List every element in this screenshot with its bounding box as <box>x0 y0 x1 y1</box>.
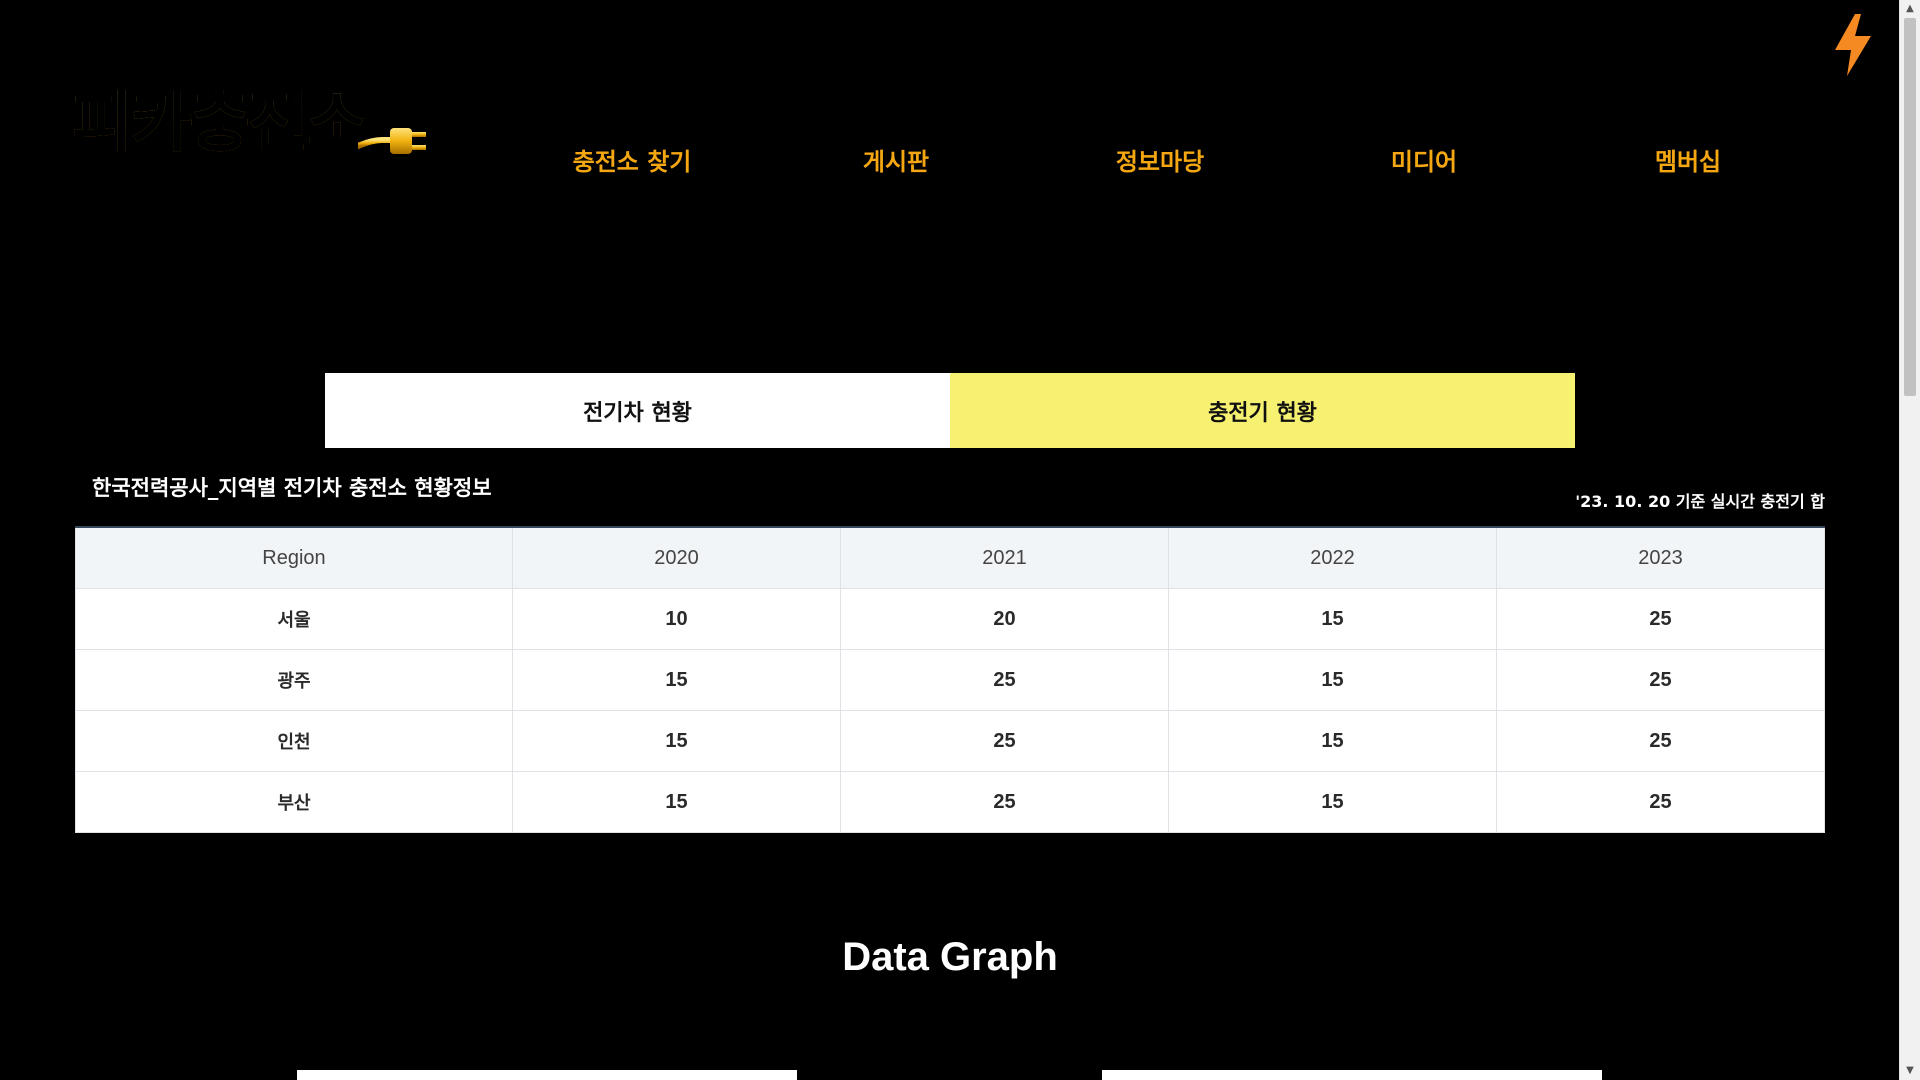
table-header-row: Region 2020 2021 2022 2023 <box>75 526 1825 589</box>
graph-title: Data Graph <box>842 935 1058 979</box>
cell-value: 20 <box>840 588 1169 650</box>
cell-value: 15 <box>512 649 841 711</box>
cell-value: 25 <box>1496 771 1825 833</box>
nav-item-board[interactable]: 게시판 <box>764 142 1028 177</box>
header-region: Region <box>75 526 513 589</box>
header-2022: 2022 <box>1168 526 1497 589</box>
graph-panel-left <box>297 1070 797 1080</box>
header-2023: 2023 <box>1496 526 1825 589</box>
cell-value: 25 <box>840 649 1169 711</box>
table-row: 부산 15 25 15 25 <box>75 771 1825 833</box>
plug-icon <box>357 128 426 154</box>
table-note: '23. 10. 20 기준 실시간 충전기 합 <box>1575 492 1825 511</box>
cell-value: 10 <box>512 588 841 650</box>
status-tabs: 전기차 현황 충전기 현황 <box>325 373 1575 448</box>
cell-value: 25 <box>1496 588 1825 650</box>
cell-value: 15 <box>512 771 841 833</box>
cell-region: 서울 <box>75 588 513 650</box>
cell-value: 15 <box>1168 710 1497 772</box>
cell-region: 광주 <box>75 649 513 711</box>
cell-value: 25 <box>840 710 1169 772</box>
header-2021: 2021 <box>840 526 1169 589</box>
cell-region: 부산 <box>75 771 513 833</box>
site-logo[interactable]: 피카충전소 <box>72 90 430 156</box>
charger-table: Region 2020 2021 2022 2023 서울 10 20 15 2… <box>75 526 1825 833</box>
cell-value: 25 <box>840 771 1169 833</box>
table-title: 한국전력공사_지역별 전기차 충전소 현황정보 <box>92 476 492 500</box>
vertical-scrollbar[interactable]: ▲ ▼ <box>1899 0 1920 1080</box>
scroll-up-arrow-icon[interactable]: ▲ <box>1900 0 1920 18</box>
cell-value: 15 <box>1168 771 1497 833</box>
graph-panel-right <box>1102 1070 1602 1080</box>
nav-item-media[interactable]: 미디어 <box>1292 142 1556 177</box>
cell-value: 15 <box>1168 649 1497 711</box>
page: 피카충전소 충전소 찾기 게시판 정보마당 미디어 멤버십 전기차 현황 충전기… <box>0 0 1920 1080</box>
tab-charger-status[interactable]: 충전기 현황 <box>950 373 1575 448</box>
cell-value: 25 <box>1496 710 1825 772</box>
lightning-bolt-icon[interactable] <box>1833 14 1873 76</box>
cell-value: 15 <box>512 710 841 772</box>
table-row: 광주 15 25 15 25 <box>75 649 1825 711</box>
logo-text: 피카충전소 <box>72 84 368 161</box>
scroll-thumb[interactable] <box>1904 18 1916 396</box>
table-row: 서울 10 20 15 25 <box>75 588 1825 650</box>
scroll-down-arrow-icon[interactable]: ▼ <box>1900 1062 1920 1080</box>
header-2020: 2020 <box>512 526 841 589</box>
nav-item-membership[interactable]: 멤버십 <box>1556 142 1820 177</box>
main-nav: 충전소 찾기 게시판 정보마당 미디어 멤버십 <box>500 142 1820 177</box>
tab-ev-status[interactable]: 전기차 현황 <box>325 373 950 448</box>
table-row: 인천 15 25 15 25 <box>75 710 1825 772</box>
cell-region: 인천 <box>75 710 513 772</box>
nav-item-info[interactable]: 정보마당 <box>1028 142 1292 177</box>
cell-value: 15 <box>1168 588 1497 650</box>
nav-item-find-station[interactable]: 충전소 찾기 <box>500 142 764 177</box>
cell-value: 25 <box>1496 649 1825 711</box>
